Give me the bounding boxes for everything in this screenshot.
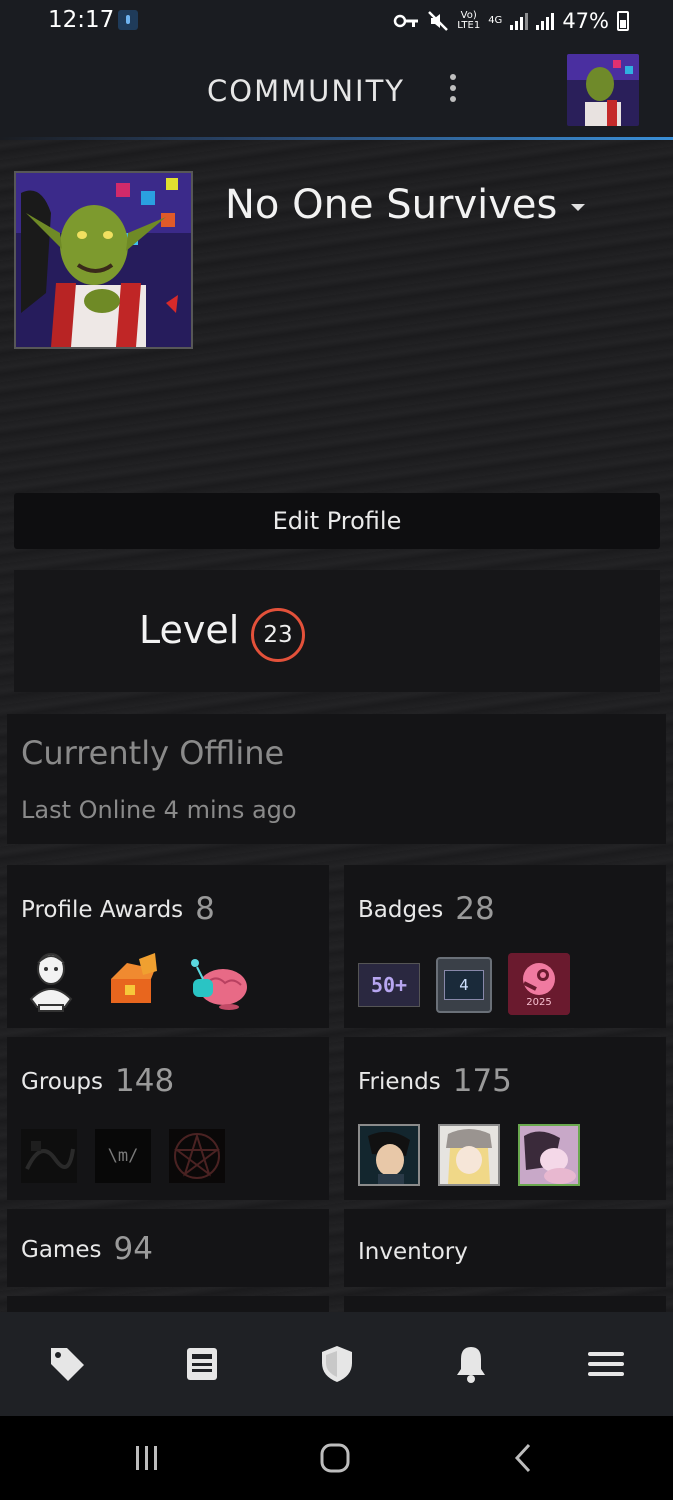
- status-indicators: Vo) LTE1 4G 47%: [393, 6, 629, 36]
- friends-count: 175: [452, 1063, 512, 1099]
- group-avatar[interactable]: [21, 1129, 77, 1183]
- signal-icon-2: [536, 12, 555, 30]
- group-avatar[interactable]: \m/: [95, 1129, 151, 1183]
- inventory-header: Inventory: [358, 1239, 468, 1265]
- more-options-icon[interactable]: [447, 74, 459, 106]
- volte-indicator: Vo) LTE1: [457, 10, 481, 31]
- key-icon: [393, 14, 419, 28]
- friend-avatar[interactable]: [358, 1124, 420, 1186]
- friend-avatar[interactable]: [438, 1124, 500, 1186]
- bottom-navigation: [0, 1312, 673, 1416]
- status-text: Currently Offline: [21, 734, 285, 772]
- bell-icon[interactable]: [449, 1342, 493, 1386]
- brain-award-icon[interactable]: [185, 949, 247, 1013]
- games-header: Games 94: [21, 1231, 153, 1267]
- games-card-continuation: [7, 1296, 329, 1312]
- inventory-card-continuation: [344, 1296, 666, 1312]
- badge-steam-2025[interactable]: 2025: [508, 953, 570, 1015]
- system-navigation: [0, 1416, 673, 1500]
- groups-count: 148: [115, 1063, 175, 1099]
- badges-label: Badges: [358, 897, 444, 923]
- badge-years-label: 4: [459, 976, 469, 994]
- news-icon[interactable]: [180, 1342, 224, 1386]
- online-status-section: Currently Offline Last Online 4 mins ago: [7, 714, 666, 844]
- page-title: COMMUNITY: [207, 74, 406, 108]
- badges-card[interactable]: Badges 28 50+ 4 2025: [344, 865, 666, 1028]
- battery-percent: 47%: [562, 9, 609, 33]
- battery-icon: [617, 11, 629, 31]
- badge-years-4[interactable]: 4: [436, 957, 492, 1013]
- inventory-label: Inventory: [358, 1239, 468, 1265]
- group-avatar-label: \m/: [107, 1146, 139, 1166]
- last-online-text: Last Online 4 mins ago: [21, 796, 297, 824]
- badges-count: 28: [455, 891, 495, 927]
- badge-50-plus-label: 50+: [370, 973, 408, 997]
- games-label: Games: [21, 1237, 102, 1263]
- profile-awards-label: Profile Awards: [21, 897, 184, 923]
- groups-card[interactable]: Groups 148 \m/: [7, 1037, 329, 1200]
- app-header: COMMUNITY: [0, 44, 673, 140]
- network-type-indicator: 4G: [488, 15, 503, 26]
- home-icon[interactable]: [317, 1440, 353, 1476]
- level-badge[interactable]: 23: [251, 608, 305, 662]
- groups-header: Groups 148: [21, 1063, 174, 1099]
- friends-label: Friends: [358, 1069, 441, 1095]
- header-avatar[interactable]: [567, 54, 639, 126]
- caret-down-icon: [571, 203, 586, 211]
- friends-header: Friends 175: [358, 1063, 512, 1099]
- profile-awards-header: Profile Awards 8: [21, 891, 215, 927]
- games-count: 94: [113, 1231, 153, 1267]
- persona-name: No One Survives: [225, 182, 558, 228]
- shield-icon[interactable]: [315, 1342, 359, 1386]
- badges-header: Badges 28: [358, 891, 495, 927]
- recent-apps-icon[interactable]: [129, 1440, 165, 1476]
- status-time: 12:17: [48, 7, 115, 33]
- menu-icon[interactable]: [584, 1342, 628, 1386]
- back-icon[interactable]: [505, 1440, 541, 1476]
- profile-awards-count: 8: [195, 891, 215, 927]
- profile-awards-card[interactable]: Profile Awards 8: [7, 865, 329, 1028]
- level-section: Level 23: [14, 570, 660, 692]
- groups-label: Groups: [21, 1069, 104, 1095]
- tag-icon[interactable]: [45, 1342, 89, 1386]
- profile-avatar[interactable]: [14, 171, 193, 349]
- edit-profile-button[interactable]: Edit Profile: [14, 493, 660, 549]
- status-bar: 12:17 Vo) LTE1 4G 47%: [0, 0, 673, 44]
- level-label: Level: [139, 608, 240, 652]
- group-avatar[interactable]: [169, 1129, 225, 1183]
- friends-card[interactable]: Friends 175: [344, 1037, 666, 1200]
- signal-icon: [510, 12, 529, 30]
- treasure-chest-award-icon[interactable]: [103, 949, 163, 1013]
- mute-icon: [428, 11, 449, 31]
- friend-avatar[interactable]: [518, 1124, 580, 1186]
- badge-2025-label: 2025: [526, 997, 552, 1008]
- pentagram-icon: [174, 1132, 220, 1179]
- persona-name-dropdown[interactable]: No One Survives: [225, 182, 586, 228]
- bust-award-icon[interactable]: [21, 949, 81, 1013]
- notification-icon: [118, 10, 138, 30]
- games-card[interactable]: Games 94: [7, 1209, 329, 1287]
- inventory-card[interactable]: Inventory: [344, 1209, 666, 1287]
- badge-50-plus[interactable]: 50+: [358, 963, 420, 1007]
